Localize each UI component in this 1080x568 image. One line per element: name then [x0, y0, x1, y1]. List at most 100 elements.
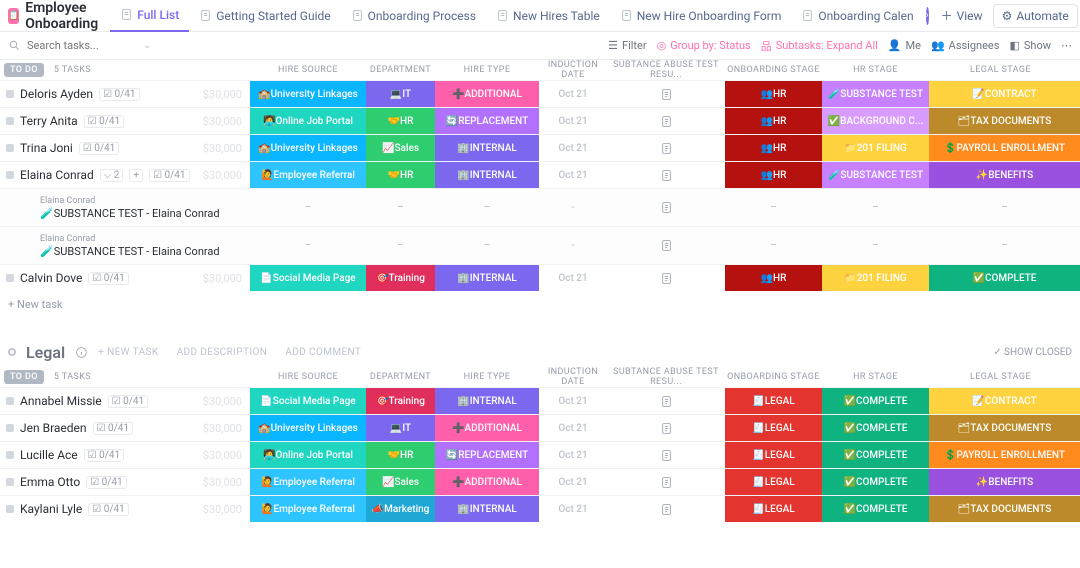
- substance-doc[interactable]: [607, 496, 725, 522]
- document-icon[interactable]: [660, 169, 673, 182]
- subtask-progress[interactable]: ☑ 0/41: [108, 395, 148, 408]
- status-chip[interactable]: TO DO: [4, 63, 44, 77]
- badge[interactable]: 🙋Employee Referral: [250, 496, 366, 522]
- subtask-progress[interactable]: ☑ 0/41: [86, 476, 126, 489]
- subtask-progress[interactable]: ☑ 0/41: [93, 422, 133, 435]
- badge[interactable]: 🗂TAX DOCUMENTS: [929, 496, 1080, 522]
- document-icon[interactable]: [660, 503, 673, 516]
- substance-doc[interactable]: [607, 469, 725, 495]
- induction-date[interactable]: Oct 21: [539, 81, 607, 107]
- badge[interactable]: 🔄REPLACEMENT: [435, 442, 539, 468]
- substance-doc[interactable]: [607, 265, 725, 291]
- col-induction[interactable]: INDUCTION DATE: [539, 60, 607, 80]
- badge[interactable]: 🙋Employee Referral: [250, 469, 366, 495]
- badge[interactable]: 🤝HR: [366, 108, 435, 134]
- subtask-progress[interactable]: ☑ 0/41: [88, 272, 128, 285]
- badge[interactable]: 🧪SUBSTANCE TEST: [822, 162, 929, 188]
- table-row[interactable]: Deloris Ayden ☑ 0/41 $30,000 🏫University…: [0, 80, 1080, 107]
- document-icon[interactable]: [660, 395, 673, 408]
- badge[interactable]: 💻IT: [366, 81, 435, 107]
- badge[interactable]: 🏢INTERNAL: [435, 388, 539, 414]
- task-cell[interactable]: Trina Joni ☑ 0/41 $30,000: [0, 135, 250, 161]
- task-cell[interactable]: Emma Otto ☑ 0/41 $30,000: [0, 469, 250, 495]
- task-cell[interactable]: Jen Braeden ☑ 0/41 $30,000: [0, 415, 250, 441]
- table-row[interactable]: Calvin Dove ☑ 0/41 $30,000 📄Social Media…: [0, 264, 1080, 291]
- task-cell[interactable]: Kaylani Lyle ☑ 0/41 $30,000: [0, 496, 250, 522]
- col-hr[interactable]: HR STAGE: [822, 65, 929, 75]
- task-cell[interactable]: Deloris Ayden ☑ 0/41 $30,000: [0, 81, 250, 107]
- badge[interactable]: ✅COMPLETE: [822, 469, 929, 495]
- col-onboarding[interactable]: ONBOARDING STAGE: [725, 372, 822, 382]
- me-button[interactable]: 👤 Me: [888, 39, 921, 52]
- status-dot[interactable]: [6, 90, 14, 98]
- badge[interactable]: 📝CONTRACT: [929, 81, 1080, 107]
- badge[interactable]: 📈Sales: [366, 469, 435, 495]
- badge[interactable]: ✨BENEFITS: [929, 162, 1080, 188]
- badge[interactable]: ➕ADDITIONAL: [435, 469, 539, 495]
- filter-button[interactable]: ☰ Filter: [608, 39, 646, 52]
- badge[interactable]: 🧑‍💻Online Job Portal: [250, 108, 366, 134]
- group-add-comment[interactable]: ADD COMMENT: [285, 347, 361, 358]
- assignees-button[interactable]: 👥 Assignees: [931, 39, 1000, 52]
- substance-doc[interactable]: [607, 388, 725, 414]
- badge[interactable]: ✅BACKGROUND C...: [822, 108, 929, 134]
- table-row[interactable]: Jen Braeden ☑ 0/41 $30,000 🏫University L…: [0, 414, 1080, 441]
- status-dot[interactable]: [6, 424, 14, 432]
- groupby-button[interactable]: ◎ Group by: Status: [657, 39, 751, 52]
- induction-date[interactable]: Oct 21: [539, 415, 607, 441]
- search-input[interactable]: [27, 39, 137, 52]
- document-icon[interactable]: [660, 476, 673, 489]
- badge[interactable]: 🧾LEGAL: [725, 388, 822, 414]
- group-add-desc[interactable]: ADD DESCRIPTION: [177, 347, 268, 358]
- col-dept[interactable]: DEPARTMENT: [366, 65, 435, 75]
- tab-2[interactable]: Onboarding Process: [341, 0, 486, 32]
- subtask-progress[interactable]: ☑ 0/41: [79, 142, 119, 155]
- col-type[interactable]: HIRE TYPE: [435, 65, 539, 75]
- col-dept[interactable]: DEPARTMENT: [366, 372, 435, 382]
- status-dot[interactable]: [6, 171, 14, 179]
- status-dot[interactable]: [6, 144, 14, 152]
- induction-date[interactable]: Oct 21: [539, 162, 607, 188]
- document-icon[interactable]: [660, 201, 673, 214]
- badge[interactable]: 📝CONTRACT: [929, 388, 1080, 414]
- badge[interactable]: 🧾LEGAL: [725, 496, 822, 522]
- badge[interactable]: 🤝HR: [366, 162, 435, 188]
- badge[interactable]: 🧪SUBSTANCE TEST: [822, 81, 929, 107]
- document-icon[interactable]: [660, 142, 673, 155]
- col-onboarding[interactable]: ONBOARDING STAGE: [725, 65, 822, 75]
- document-icon[interactable]: [660, 422, 673, 435]
- document-icon[interactable]: [660, 239, 673, 252]
- badge[interactable]: ✅COMPLETE: [822, 442, 929, 468]
- col-source[interactable]: HIRE SOURCE: [250, 65, 366, 75]
- badge[interactable]: ✅COMPLETE: [929, 265, 1080, 291]
- subtask-row[interactable]: Elaina Conrad 🧪SUBSTANCE TEST - Elaina C…: [0, 226, 1080, 264]
- badge[interactable]: 👥HR: [725, 108, 822, 134]
- col-source[interactable]: HIRE SOURCE: [250, 372, 366, 382]
- badge[interactable]: ✅COMPLETE: [822, 496, 929, 522]
- induction-date[interactable]: Oct 21: [539, 108, 607, 134]
- table-row[interactable]: Emma Otto ☑ 0/41 $30,000 🙋Employee Refer…: [0, 468, 1080, 495]
- badge[interactable]: 🧑‍💻Online Job Portal: [250, 442, 366, 468]
- group-status-icon[interactable]: [8, 348, 16, 356]
- table-row[interactable]: Elaina Conrad ⌵ 2+ ☑ 0/41 $30,000 🙋Emplo…: [0, 161, 1080, 188]
- badge[interactable]: 👥HR: [725, 162, 822, 188]
- induction-date[interactable]: Oct 21: [539, 496, 607, 522]
- table-row[interactable]: Annabel Missie ☑ 0/41 $30,000 📄Social Me…: [0, 387, 1080, 414]
- badge[interactable]: 💲PAYROLL ENROLLMENT: [929, 135, 1080, 161]
- status-dot[interactable]: [6, 397, 14, 405]
- col-legal[interactable]: LEGAL STAGE: [929, 372, 1072, 382]
- induction-date[interactable]: Oct 21: [539, 265, 607, 291]
- group-new-task[interactable]: + NEW TASK: [98, 347, 158, 358]
- badge[interactable]: 🏫University Linkages: [250, 135, 366, 161]
- badge[interactable]: 📣Marketing: [366, 496, 435, 522]
- tab-5[interactable]: Onboarding Calen: [791, 0, 923, 32]
- badge[interactable]: 🎯Training: [366, 388, 435, 414]
- badge[interactable]: ✅COMPLETE: [822, 388, 929, 414]
- badge[interactable]: ➕ADDITIONAL: [435, 81, 539, 107]
- document-icon[interactable]: [660, 272, 673, 285]
- badge[interactable]: 👥HR: [725, 81, 822, 107]
- task-cell[interactable]: Calvin Dove ☑ 0/41 $30,000: [0, 265, 250, 291]
- subtask-cell[interactable]: Elaina Conrad 🧪SUBSTANCE TEST - Elaina C…: [0, 189, 250, 226]
- badge[interactable]: 🗂TAX DOCUMENTS: [929, 108, 1080, 134]
- document-icon[interactable]: [660, 115, 673, 128]
